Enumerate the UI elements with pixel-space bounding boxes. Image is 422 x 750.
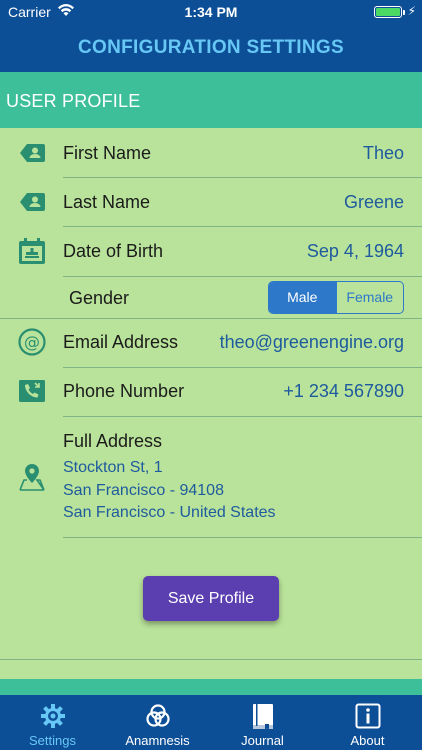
tab-about-label: About: [350, 733, 385, 748]
info-icon: [355, 703, 380, 729]
date-of-birth-label: Date of Birth: [63, 241, 164, 261]
gear-icon: [40, 704, 65, 728]
calendar-icon: [18, 237, 46, 270]
at-sign-icon: @: [18, 328, 46, 361]
phone-row[interactable]: Phone Number +1 234 567890: [0, 368, 422, 416]
charging-icon: ⚡: [407, 4, 416, 18]
save-profile-button[interactable]: Save Profile: [143, 576, 279, 621]
date-of-birth-row[interactable]: Date of Birth Sep 4, 1964: [0, 227, 422, 276]
section-header-user-profile: USER PROFILE: [0, 72, 422, 128]
first-name-row[interactable]: First Name Theo: [0, 129, 422, 178]
user-tag-icon: [18, 190, 46, 219]
svg-text:@: @: [24, 333, 40, 352]
tab-anamnesis[interactable]: Anamnesis: [105, 695, 210, 750]
address-value[interactable]: Stockton St, 1 San Francisco - 94108 San…: [63, 457, 276, 525]
address-line-1: Stockton St, 1: [63, 459, 163, 476]
tab-about[interactable]: About: [315, 695, 420, 750]
phone-value[interactable]: +1 234 567890: [283, 381, 404, 402]
phone-label: Phone Number: [63, 381, 185, 401]
email-label: Email Address: [63, 332, 179, 352]
date-of-birth-value[interactable]: Sep 4, 1964: [307, 241, 404, 262]
navigation-bar: Carrier 1:34 PM ⚡ CONFIGURATION SETTINGS: [0, 0, 422, 72]
tab-bar: Settings Anamnesis Journal About: [0, 695, 422, 750]
email-row[interactable]: @ Email Address theo@greenengine.org: [0, 319, 422, 367]
last-name-label: Last Name: [63, 192, 151, 212]
user-tag-icon: [18, 141, 46, 170]
status-time: 1:34 PM: [184, 4, 238, 20]
gender-label: Gender: [69, 288, 130, 308]
phone-book-icon: [18, 378, 46, 409]
first-name-value[interactable]: Theo: [363, 143, 404, 164]
gender-segmented-control[interactable]: Male Female: [268, 281, 404, 314]
tab-journal-label: Journal: [241, 733, 284, 748]
section-title: USER PROFILE: [6, 91, 141, 111]
last-name-row[interactable]: Last Name Greene: [0, 178, 422, 227]
address-label: Full Address: [63, 431, 163, 451]
tab-journal[interactable]: Journal: [210, 695, 315, 750]
address-line-2: San Francisco - 94108: [63, 481, 224, 499]
last-name-value[interactable]: Greene: [344, 192, 404, 213]
book-icon: [252, 704, 273, 730]
row-divider: [0, 659, 422, 660]
tab-anamnesis-label: Anamnesis: [125, 733, 190, 748]
gender-option-female[interactable]: Female: [335, 282, 404, 313]
battery-icon: [374, 6, 405, 18]
gender-option-male[interactable]: Male: [269, 282, 336, 313]
section-footer-strip: [0, 679, 422, 695]
tab-settings-label: Settings: [29, 733, 76, 748]
rings-icon: [145, 704, 170, 727]
map-pin-icon: [18, 462, 46, 497]
tab-settings[interactable]: Settings: [0, 695, 105, 750]
page-title: CONFIGURATION SETTINGS: [78, 37, 344, 58]
first-name-label: First Name: [63, 143, 152, 163]
row-divider: [63, 537, 422, 538]
email-value[interactable]: theo@greenengine.org: [220, 332, 404, 353]
address-line-3: San Francisco - United States: [63, 504, 276, 521]
status-bar: Carrier 1:34 PM ⚡: [0, 0, 422, 24]
